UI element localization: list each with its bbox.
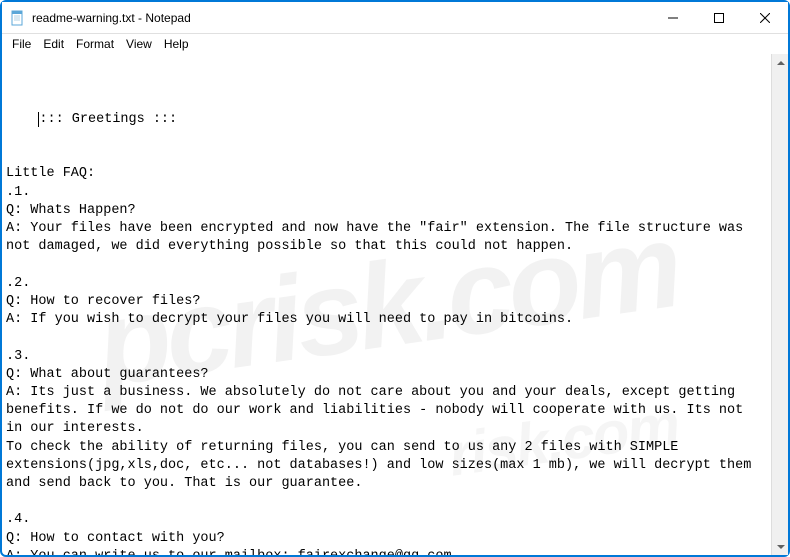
content-wrapper: pcrisk.com risk.com ::: Greetings ::: Li…	[2, 54, 788, 555]
close-button[interactable]	[742, 2, 788, 34]
scroll-down-button[interactable]	[772, 538, 789, 555]
menu-help[interactable]: Help	[158, 35, 195, 53]
menu-format[interactable]: Format	[70, 35, 120, 53]
menu-view[interactable]: View	[120, 35, 158, 53]
maximize-button[interactable]	[696, 2, 742, 34]
window-title: readme-warning.txt - Notepad	[32, 11, 650, 25]
notepad-icon	[10, 10, 26, 26]
menu-edit[interactable]: Edit	[37, 35, 70, 53]
minimize-button[interactable]	[650, 2, 696, 34]
scroll-up-button[interactable]	[772, 54, 789, 71]
text-area[interactable]: pcrisk.com risk.com ::: Greetings ::: Li…	[2, 54, 771, 555]
titlebar: readme-warning.txt - Notepad	[2, 2, 788, 34]
window-controls	[650, 2, 788, 33]
document-text: ::: Greetings ::: Little FAQ: .1. Q: Wha…	[6, 112, 759, 555]
vertical-scrollbar[interactable]	[771, 54, 788, 555]
menubar: File Edit Format View Help	[2, 34, 788, 54]
menu-file[interactable]: File	[6, 35, 37, 53]
